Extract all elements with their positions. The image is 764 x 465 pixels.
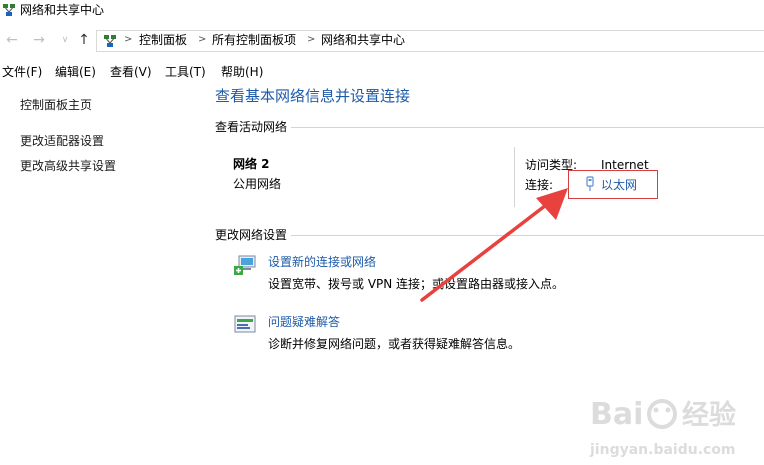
change-settings-heading: 更改网络设置 bbox=[215, 228, 288, 242]
back-arrow-icon[interactable]: ← bbox=[4, 32, 20, 48]
menu-tools[interactable]: 工具(T) bbox=[165, 63, 206, 81]
breadcrumb-item[interactable]: 网络和共享中心 bbox=[321, 32, 405, 48]
annotation-arrow bbox=[420, 188, 568, 302]
forward-arrow-icon[interactable]: → bbox=[31, 32, 47, 48]
svg-text:经验: 经验 bbox=[682, 399, 736, 431]
network-name: 网络 2 bbox=[233, 157, 270, 171]
menu-help[interactable]: 帮助(H) bbox=[221, 63, 263, 81]
up-arrow-icon[interactable]: ↑ bbox=[76, 32, 92, 48]
troubleshoot-link[interactable]: 问题疑难解答 bbox=[268, 314, 340, 330]
breadcrumb-separator-icon[interactable]: > bbox=[198, 32, 206, 48]
annotation-highlight-box bbox=[568, 170, 658, 199]
menu-view[interactable]: 查看(V) bbox=[110, 63, 152, 81]
troubleshoot-description: 诊断并修复网络问题，或者获得疑难解答信息。 bbox=[268, 337, 521, 351]
breadcrumb-separator-icon: > bbox=[124, 34, 133, 45]
setup-connection-link[interactable]: 设置新的连接或网络 bbox=[268, 254, 376, 270]
breadcrumb-item[interactable]: 控制面板 bbox=[139, 32, 187, 48]
breadcrumb-separator-icon[interactable]: > bbox=[307, 32, 315, 48]
sidebar-item-advanced-sharing[interactable]: 更改高级共享设置 bbox=[20, 158, 116, 174]
sidebar-item-home[interactable]: 控制面板主页 bbox=[20, 97, 92, 113]
menu-file[interactable]: 文件(F) bbox=[2, 63, 42, 81]
active-networks-heading: 查看活动网络 bbox=[215, 120, 288, 134]
section-divider bbox=[291, 127, 764, 128]
svg-text:jingyan.baidu.com: jingyan.baidu.com bbox=[589, 442, 736, 458]
address-bar[interactable] bbox=[96, 30, 764, 52]
page-title: 查看基本网络信息并设置连接 bbox=[215, 87, 411, 105]
sidebar-item-adapter-settings[interactable]: 更改适配器设置 bbox=[20, 133, 104, 149]
control-panel-icon bbox=[104, 35, 116, 47]
title-bar bbox=[0, 0, 764, 26]
new-connection-icon bbox=[234, 255, 256, 275]
troubleshoot-icon bbox=[234, 315, 256, 333]
breadcrumb-item[interactable]: 所有控制面板项 bbox=[212, 32, 296, 48]
network-center-icon bbox=[3, 4, 15, 16]
window-title: 网络和共享中心 bbox=[20, 3, 105, 17]
chevron-down-icon[interactable]: ∨ bbox=[57, 32, 73, 48]
menu-edit[interactable]: 编辑(E) bbox=[55, 63, 96, 81]
svg-text:Bai: Bai bbox=[590, 397, 643, 432]
baidu-jingyan-watermark: Bai 经验 jingyan.baidu.com bbox=[589, 397, 736, 458]
network-category[interactable]: 公用网络 bbox=[233, 176, 281, 192]
